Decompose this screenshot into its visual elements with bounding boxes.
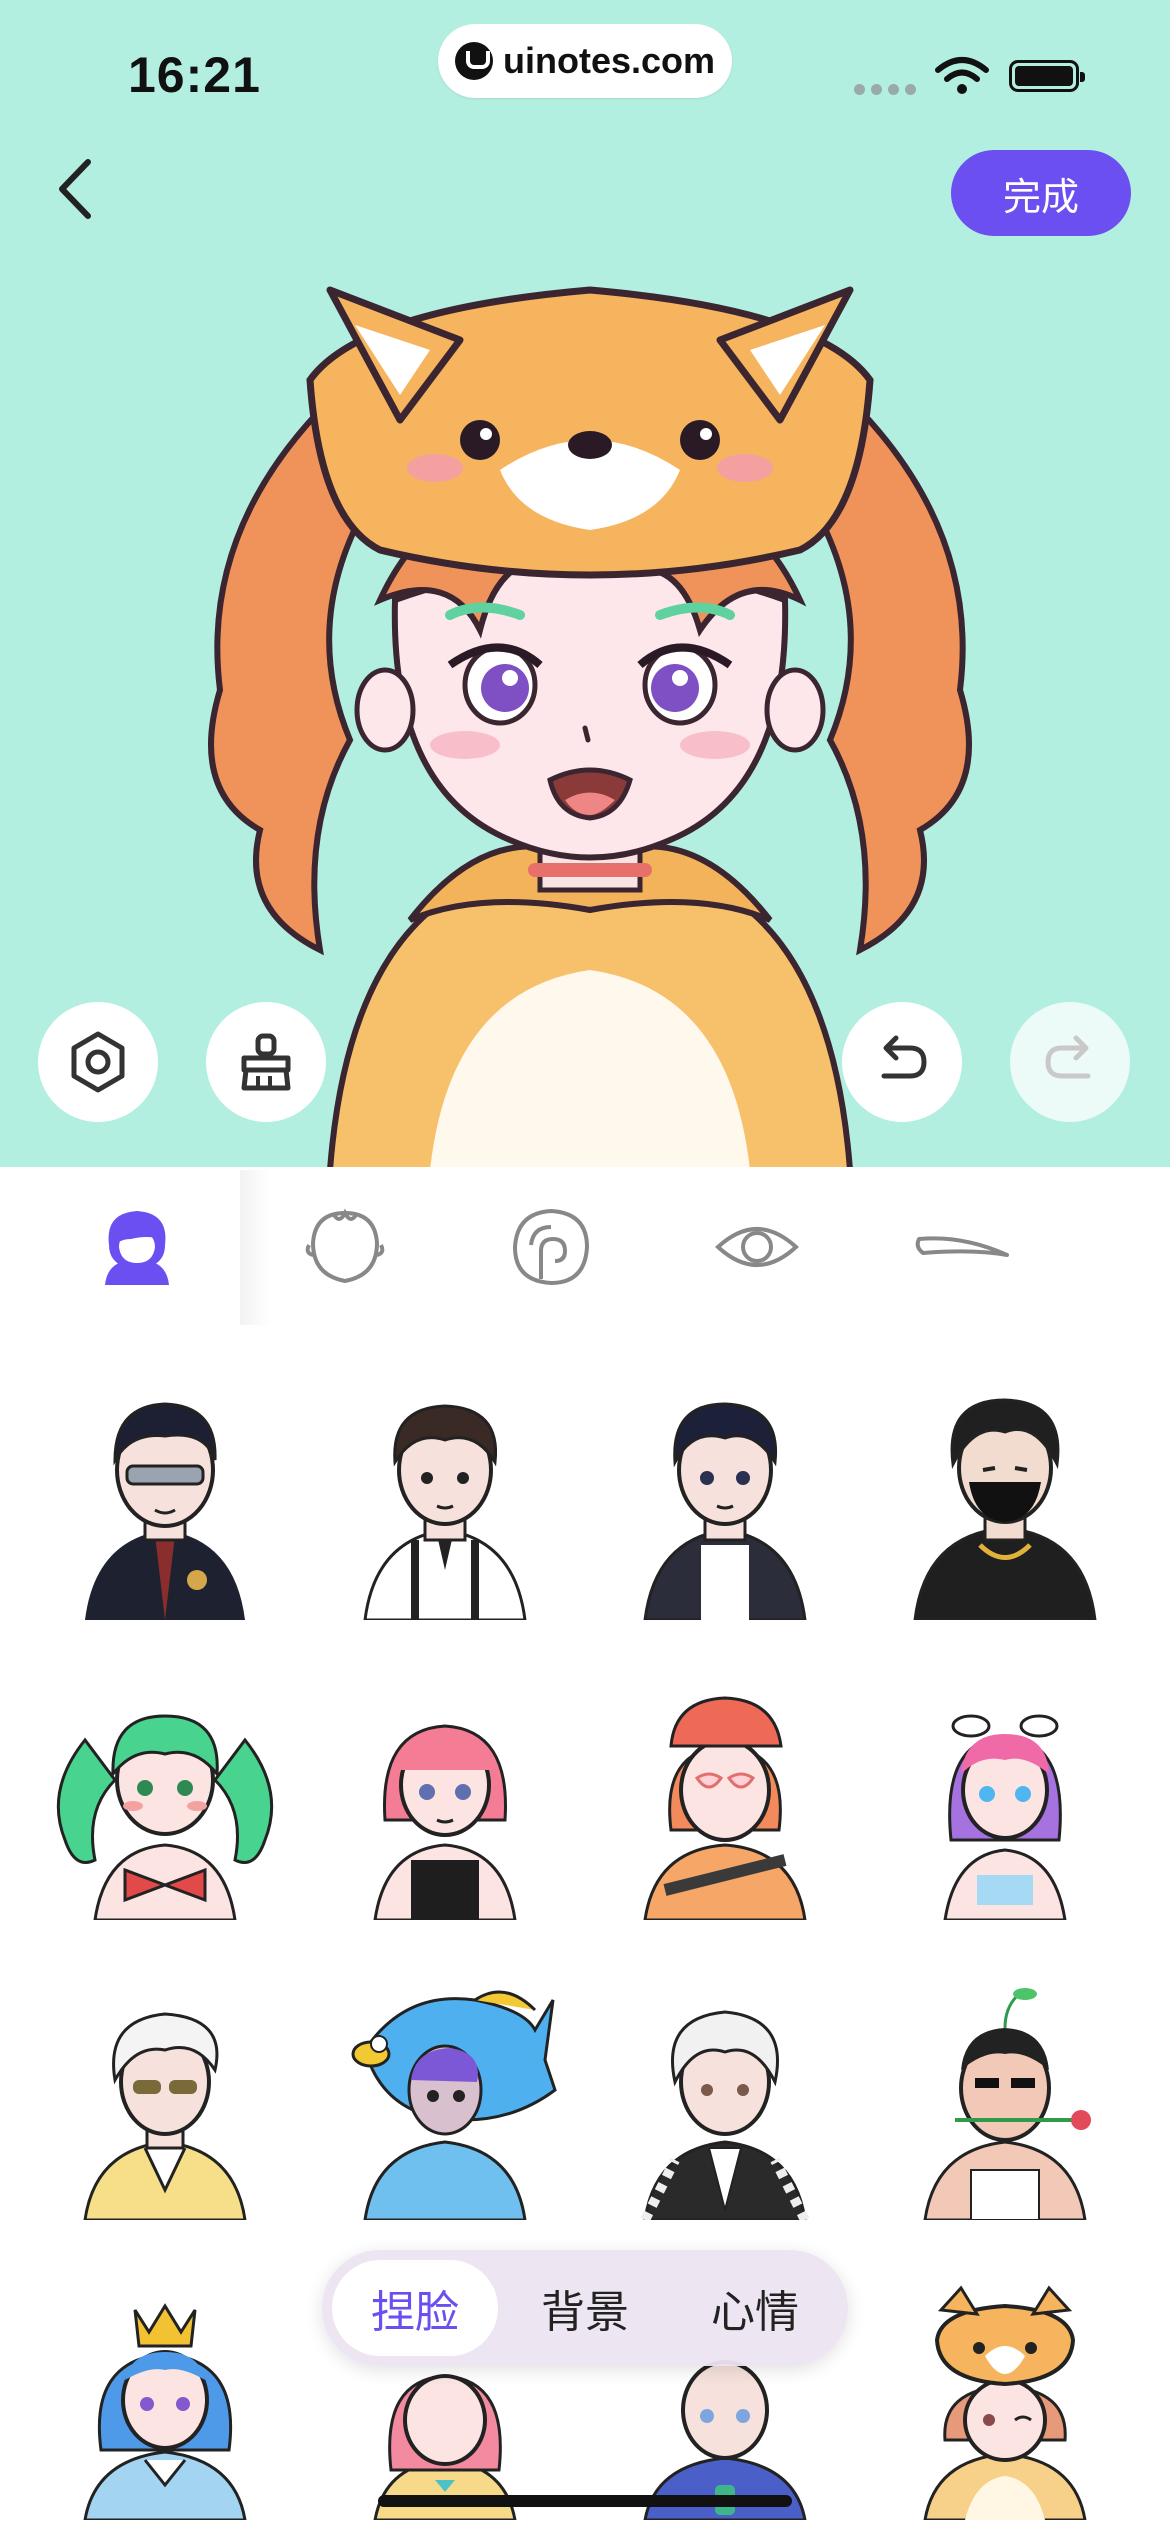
preset-item[interactable] [325, 1670, 565, 1920]
brush-icon [241, 1033, 291, 1091]
preset-item[interactable] [885, 2270, 1125, 2520]
settings-button[interactable] [38, 1002, 158, 1122]
site-logo-icon [454, 42, 493, 80]
preset-item[interactable] [45, 1670, 285, 1920]
url-pill[interactable]: uinotes.com [438, 24, 732, 98]
preset-avatar-image [923, 1988, 1091, 2220]
preset-item[interactable] [45, 2270, 285, 2520]
hair-icon [105, 1211, 169, 1285]
undo-button[interactable] [842, 1002, 962, 1122]
redo-button[interactable] [1010, 1002, 1130, 1122]
tab-nose[interactable] [1064, 1167, 1170, 1327]
ear-icon [512, 1208, 590, 1286]
tab-pinch-face[interactable]: 捏脸 [332, 2260, 498, 2356]
tab-eye[interactable] [652, 1167, 862, 1327]
preset-avatar-image [83, 2012, 247, 2220]
preset-avatar-image [643, 1696, 807, 1920]
preset-item[interactable] [605, 1370, 845, 1620]
preset-avatar-image [85, 1402, 245, 1620]
preset-item[interactable] [45, 1370, 285, 1620]
face-icon [305, 1208, 385, 1284]
status-time: 16:21 [128, 47, 261, 103]
url-text: uinotes.com [502, 40, 716, 81]
preset-item[interactable] [45, 1970, 285, 2220]
preset-avatar-image [923, 2285, 1087, 2520]
tab-ear[interactable] [446, 1167, 656, 1327]
battery-icon [1009, 60, 1085, 92]
preset-avatar-image [643, 1402, 807, 1620]
tab-background[interactable]: 背景 [502, 2260, 668, 2356]
tab-mood[interactable]: 心情 [672, 2260, 838, 2356]
preset-item[interactable] [325, 1370, 565, 1620]
eye-icon [715, 1227, 799, 1267]
undo-icon [881, 1035, 927, 1079]
preset-avatar-image [373, 1724, 517, 1920]
preset-avatar-image [913, 1398, 1097, 1620]
nose-icon [1169, 1274, 1170, 1275]
avatar-canvas: 16:21 uinotes.com 完成 [0, 0, 1170, 1167]
preset-avatar-image [363, 1404, 527, 1620]
eyebrow-icon [915, 1236, 1009, 1257]
tab-hairstyle[interactable] [32, 1167, 242, 1327]
preset-item[interactable] [885, 1670, 1125, 1920]
wifi-icon [935, 57, 989, 94]
tab-eyebrow[interactable] [858, 1167, 1068, 1327]
preset-avatar-image [83, 2303, 247, 2520]
preset-item[interactable] [325, 1970, 565, 2220]
category-tabs [0, 1167, 1170, 1327]
home-indicator [378, 2495, 792, 2507]
tab-face[interactable] [240, 1167, 450, 1327]
preset-item[interactable] [605, 1670, 845, 1920]
preset-item[interactable] [605, 1970, 845, 2220]
preset-avatar-image [351, 1990, 557, 2220]
clear-button[interactable] [206, 1002, 326, 1122]
done-button[interactable]: 完成 [951, 150, 1131, 236]
redo-icon [1045, 1035, 1091, 1079]
preset-item[interactable] [885, 1970, 1125, 2220]
preset-avatar-image [640, 2010, 810, 2220]
preset-item[interactable] [885, 1370, 1125, 1620]
tab-divider [240, 1170, 270, 1325]
back-button[interactable] [50, 154, 100, 224]
mode-switch: 捏脸 背景 心情 [322, 2250, 848, 2366]
preset-avatar-image [943, 1714, 1067, 1920]
preset-avatar-image [56, 1714, 274, 1920]
cellular-signal-icon [854, 84, 916, 95]
hexagon-settings-icon [71, 1031, 125, 1093]
